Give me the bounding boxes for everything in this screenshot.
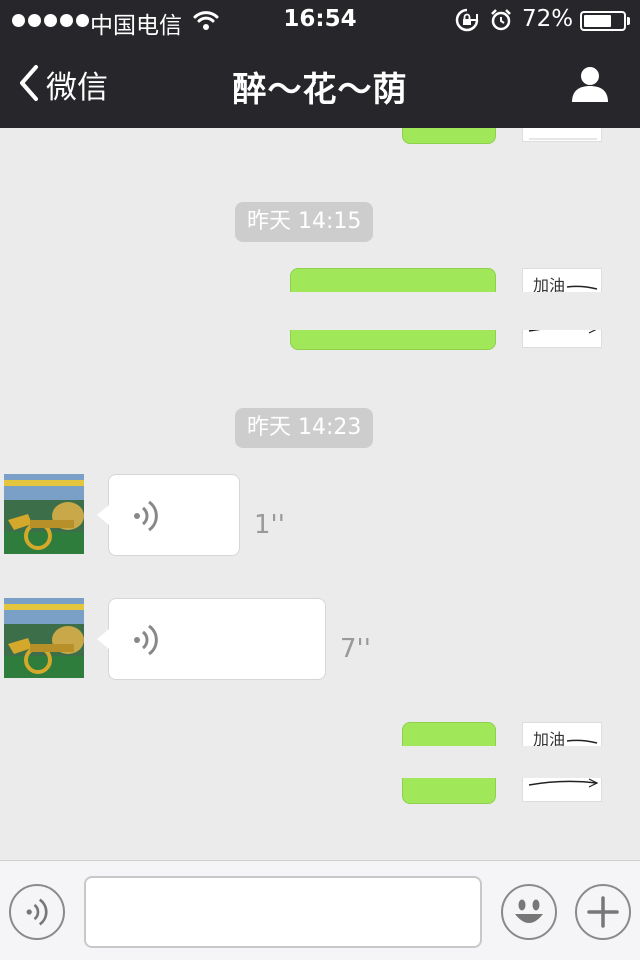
bubble-tail	[97, 629, 109, 649]
voice-wave-icon	[131, 623, 163, 661]
timestamp-chip: 昨天 14:23	[235, 408, 374, 448]
rotation-lock-icon	[455, 8, 479, 38]
page-title: 醉～花～荫	[232, 70, 408, 110]
status-bar: 中国电信 16:54 72%	[0, 0, 640, 40]
voice-wave-icon	[131, 499, 163, 537]
chat-area[interactable]: 昨天 14:15 加油 昨天 14:23 1'' 7'' 加油	[0, 128, 640, 860]
battery-level-fill	[584, 15, 611, 27]
person-icon	[570, 67, 610, 108]
voice-message-bubble[interactable]	[97, 474, 240, 556]
plus-icon	[577, 886, 629, 942]
alarm-icon	[489, 8, 513, 38]
voice-duration: 1''	[254, 510, 285, 540]
top-bar: 中国电信 16:54 72% 微信 醉～花～荫	[0, 0, 640, 128]
self-avatar[interactable]	[522, 128, 602, 142]
more-button[interactable]	[575, 884, 631, 940]
message-bubble-self[interactable]	[402, 128, 496, 144]
message-input[interactable]	[84, 876, 482, 948]
timestamp-chip: 昨天 14:15	[235, 202, 374, 242]
nav-bar: 微信 醉～花～荫	[0, 40, 640, 128]
emoji-button[interactable]	[501, 884, 557, 940]
battery-icon	[580, 11, 626, 31]
voice-toggle-button[interactable]	[9, 884, 65, 940]
voice-toggle-icon	[23, 897, 53, 931]
battery-percent: 72%	[522, 6, 574, 32]
voice-message-bubble[interactable]	[97, 598, 326, 680]
chat-info-button[interactable]	[570, 64, 610, 108]
battery-tip	[627, 17, 630, 25]
rendering-gap	[0, 746, 640, 778]
bubble-tail	[97, 505, 109, 525]
rendering-gap	[0, 292, 640, 330]
voice-duration: 7''	[340, 634, 371, 664]
input-bar	[0, 860, 640, 960]
contact-avatar[interactable]	[4, 474, 84, 554]
emoji-icon	[503, 886, 555, 942]
contact-avatar[interactable]	[4, 598, 84, 678]
